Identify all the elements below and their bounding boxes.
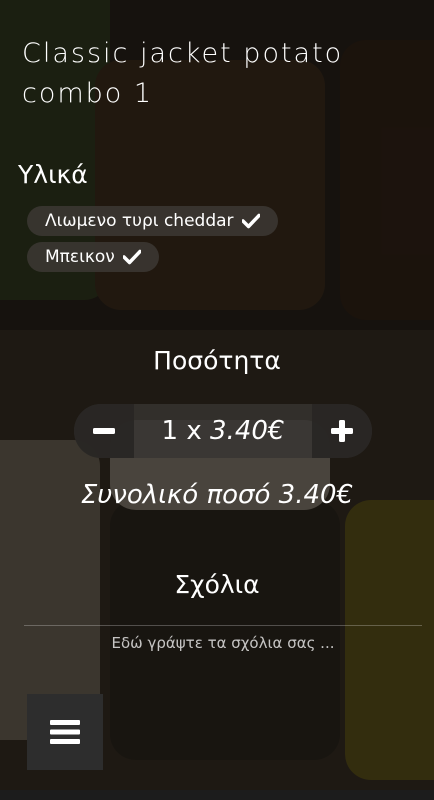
minus-icon bbox=[93, 428, 115, 434]
decrease-quantity-button[interactable] bbox=[74, 404, 134, 458]
ingredient-chip-bacon[interactable]: Μπεικον bbox=[27, 242, 159, 272]
hamburger-menu-icon bbox=[50, 720, 80, 744]
menu-button[interactable] bbox=[27, 694, 103, 770]
check-icon bbox=[122, 249, 141, 265]
unit-price: 3.40€ bbox=[210, 416, 285, 446]
comments-heading: Σχόλια bbox=[174, 570, 260, 599]
ingredient-label: Μπεικον bbox=[45, 247, 115, 267]
quantity-stepper: 1 x 3.40€ bbox=[74, 404, 372, 458]
total-amount: Συνολικό ποσό 3.40€ bbox=[80, 480, 354, 510]
product-title: Classic jacket potato combo 1 bbox=[22, 38, 344, 109]
quantity-heading: Ποσότητα bbox=[153, 346, 281, 375]
quantity-count: 1 x bbox=[161, 416, 202, 446]
plus-icon bbox=[331, 420, 353, 442]
check-icon bbox=[241, 213, 260, 229]
ingredients-heading: Υλικά bbox=[18, 160, 88, 189]
increase-quantity-button[interactable] bbox=[312, 404, 372, 458]
ingredient-label: Λιωμενο τυρι cheddar bbox=[45, 211, 234, 231]
bottom-bar bbox=[0, 790, 434, 800]
quantity-value: 1 x 3.40€ bbox=[134, 416, 312, 446]
ingredient-chip-cheddar[interactable]: Λιωμενο τυρι cheddar bbox=[27, 206, 278, 236]
